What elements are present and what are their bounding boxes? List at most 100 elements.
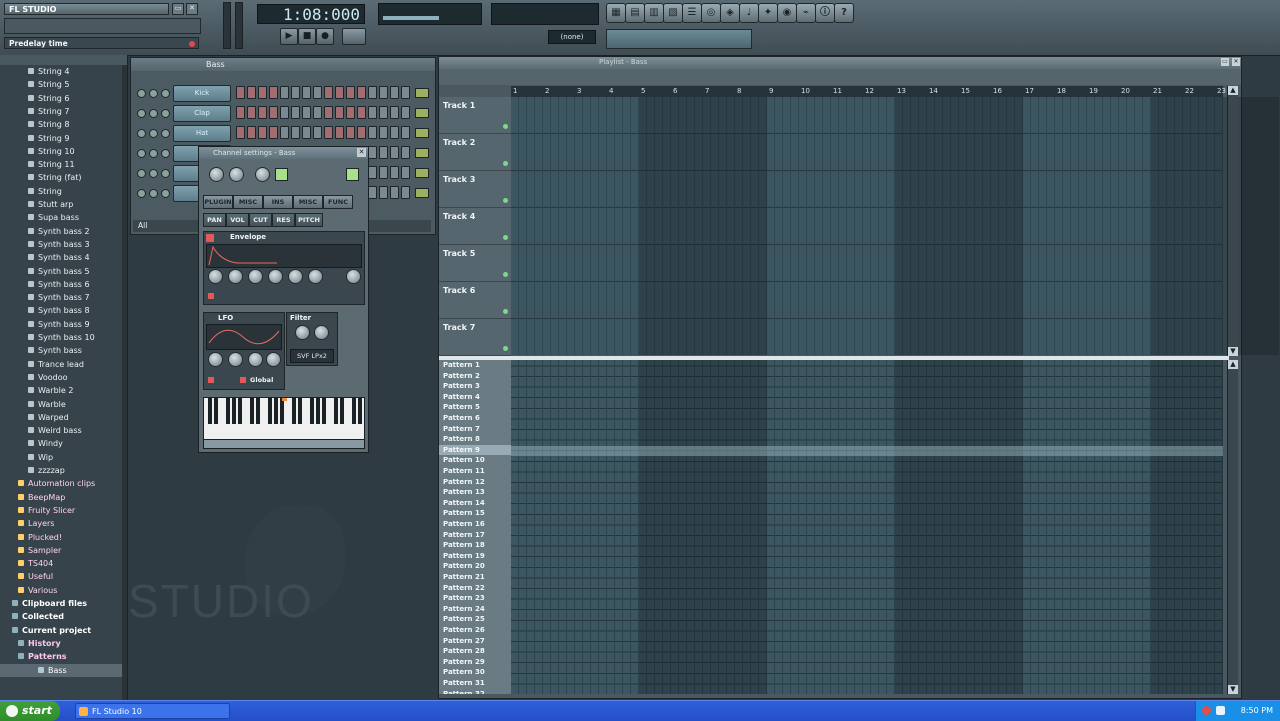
- step-sequencer-icon[interactable]: ▤: [625, 3, 645, 23]
- pattern-row-header[interactable]: Pattern 29: [439, 657, 511, 668]
- pattern-selector[interactable]: (none): [548, 30, 596, 44]
- browser-folder[interactable]: History: [0, 637, 122, 650]
- browser-item[interactable]: Windy: [0, 437, 122, 450]
- pattern-song-toggle[interactable]: [342, 28, 366, 45]
- step-button[interactable]: [280, 86, 289, 99]
- pattern-scroll-up-icon[interactable]: ▲: [1228, 360, 1238, 369]
- plugin-tab[interactable]: MISC: [233, 195, 263, 209]
- pattern-row-header[interactable]: Pattern 10: [439, 455, 511, 466]
- plugin-tab[interactable]: PLUGIN: [203, 195, 233, 209]
- black-key[interactable]: [256, 398, 260, 424]
- step-button[interactable]: [269, 106, 278, 119]
- step-button[interactable]: [324, 126, 333, 139]
- step-button[interactable]: [368, 146, 377, 159]
- pattern-row-header[interactable]: Pattern 12: [439, 477, 511, 488]
- track-header[interactable]: Track 7: [439, 319, 511, 356]
- step-button[interactable]: [390, 166, 399, 179]
- step-button[interactable]: [368, 106, 377, 119]
- pan-led-icon[interactable]: [149, 109, 158, 118]
- online-icon[interactable]: ◎: [701, 3, 721, 23]
- volume-knob[interactable]: [229, 167, 244, 182]
- tempo-sync-icon[interactable]: [208, 293, 214, 299]
- record-button[interactable]: ●: [316, 28, 334, 45]
- ruler-bar-number[interactable]: 13: [897, 87, 906, 95]
- channel-selector[interactable]: [415, 108, 429, 118]
- envelope-decay-knob[interactable]: [268, 269, 283, 284]
- step-button[interactable]: [368, 86, 377, 99]
- step-button[interactable]: [258, 126, 267, 139]
- browser-folder[interactable]: Plucked!: [0, 531, 122, 544]
- track-active-led-icon[interactable]: [503, 124, 508, 129]
- black-key[interactable]: [238, 398, 242, 424]
- track-header[interactable]: Track 4: [439, 208, 511, 245]
- track-header[interactable]: Track 5: [439, 245, 511, 282]
- browser-item[interactable]: Warble: [0, 398, 122, 411]
- pattern-row-header[interactable]: Pattern 22: [439, 583, 511, 594]
- black-key[interactable]: [310, 398, 314, 424]
- close-button[interactable]: ✕: [186, 3, 198, 15]
- mute-led-icon[interactable]: [137, 149, 146, 158]
- browser-item[interactable]: String: [0, 185, 122, 198]
- pattern-row-header[interactable]: Pattern 18: [439, 540, 511, 551]
- envelope-amount-knob[interactable]: [346, 269, 361, 284]
- master-volume-slider[interactable]: [223, 2, 231, 49]
- step-button[interactable]: [291, 86, 300, 99]
- scroll-down-icon[interactable]: ▼: [1228, 347, 1238, 356]
- snap-controls[interactable]: [420, 26, 540, 48]
- info-icon[interactable]: ⓘ: [815, 3, 835, 23]
- browser-item[interactable]: String (fat): [0, 171, 122, 184]
- ruler-bar-number[interactable]: 10: [801, 87, 810, 95]
- step-button[interactable]: [236, 106, 245, 119]
- pattern-row-header[interactable]: Pattern 24: [439, 604, 511, 615]
- step-button[interactable]: [390, 146, 399, 159]
- browser-item[interactable]: Synth bass 8: [0, 304, 122, 317]
- lfo-delay-knob[interactable]: [208, 352, 223, 367]
- step-button[interactable]: [247, 126, 256, 139]
- step-button[interactable]: [236, 86, 245, 99]
- ruler-bar-number[interactable]: 23: [1217, 87, 1226, 95]
- step-button[interactable]: [313, 106, 322, 119]
- plugin-tab[interactable]: FUNC: [323, 195, 353, 209]
- pattern-row-header[interactable]: Pattern 23: [439, 593, 511, 604]
- step-button[interactable]: [346, 126, 355, 139]
- envelope-target-tab[interactable]: PITCH: [295, 213, 323, 227]
- pattern-grid[interactable]: [511, 360, 1223, 694]
- step-button[interactable]: [302, 126, 311, 139]
- ruler-bar-number[interactable]: 16: [993, 87, 1002, 95]
- root-note-keyboard[interactable]: [203, 397, 365, 441]
- step-button[interactable]: [313, 86, 322, 99]
- pattern-row-header[interactable]: Pattern 4: [439, 392, 511, 403]
- channel-button[interactable]: Clap: [173, 105, 231, 122]
- ruler-bar-number[interactable]: 22: [1185, 87, 1194, 95]
- browser-item[interactable]: String 8: [0, 118, 122, 131]
- pattern-scrollbar[interactable]: ▲ ▼: [1227, 360, 1238, 694]
- pattern-row-header[interactable]: Pattern 1: [439, 360, 511, 371]
- step-button[interactable]: [379, 86, 388, 99]
- playlist-toolbar[interactable]: [439, 69, 1241, 85]
- vol-led-icon[interactable]: [161, 89, 170, 98]
- track-active-led-icon[interactable]: [503, 309, 508, 314]
- track-grid[interactable]: [511, 97, 1279, 355]
- mute-led-icon[interactable]: [137, 189, 146, 198]
- link-icon[interactable]: ⌁: [796, 3, 816, 23]
- browser-item[interactable]: Synth bass 2: [0, 225, 122, 238]
- step-button[interactable]: [291, 126, 300, 139]
- help-icon[interactable]: ?: [834, 3, 854, 23]
- browser-item[interactable]: Wip: [0, 451, 122, 464]
- step-button[interactable]: [269, 126, 278, 139]
- tools-icon[interactable]: ✦: [758, 3, 778, 23]
- taskbar-item-fl-studio[interactable]: FL Studio 10: [75, 703, 230, 719]
- black-key[interactable]: [334, 398, 338, 424]
- track-header[interactable]: Track 2: [439, 134, 511, 171]
- filter-cutoff-knob[interactable]: [295, 325, 310, 340]
- step-button[interactable]: [346, 86, 355, 99]
- step-button[interactable]: [302, 106, 311, 119]
- step-button[interactable]: [390, 126, 399, 139]
- step-sequencer-titlebar[interactable]: Bass: [131, 58, 435, 71]
- step-button[interactable]: [302, 86, 311, 99]
- ruler-bar-number[interactable]: 15: [961, 87, 970, 95]
- envelope-target-tab[interactable]: PAN: [203, 213, 226, 227]
- channel-selector[interactable]: [415, 148, 429, 158]
- channel-settings-titlebar[interactable]: Channel settings - Bass: [199, 147, 368, 159]
- browser-folder[interactable]: Automation clips: [0, 477, 122, 490]
